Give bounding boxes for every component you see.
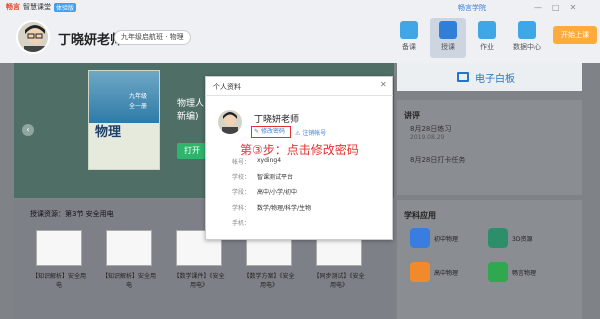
book-title: 物理人 新编)	[177, 98, 204, 124]
nav-data-label: 数据中心	[513, 43, 541, 51]
book-title-line2: 新编)	[177, 112, 199, 122]
field-label: 帐号：	[232, 159, 251, 166]
dialog-divider	[205, 95, 393, 96]
change-password-label: 修改密码	[260, 128, 285, 135]
academy-link[interactable]: 畅言学院	[458, 3, 486, 13]
app-item[interactable]: 初中物理	[410, 228, 458, 248]
field-label: 手机：	[232, 220, 251, 227]
resource-label: 【数学课件】《安全用电》	[173, 273, 225, 289]
window-controls: — □ ✕	[534, 3, 576, 12]
app-item[interactable]: 畅言物理	[488, 262, 536, 282]
brand-name: 智慧课堂	[23, 3, 51, 11]
field-value: 智课测试平台	[257, 174, 294, 181]
3d-app-icon	[488, 228, 508, 248]
field-value: 高中/小学/初中	[257, 189, 298, 196]
resource-label: 【知识解析】安全用电	[101, 273, 156, 289]
book-cover[interactable]: 九年级 全一册 物理	[88, 70, 160, 170]
book-cover-art	[89, 71, 159, 123]
lecture-item-title: 8月28日打卡任务	[410, 156, 466, 164]
app-item[interactable]: 高中物理	[410, 262, 458, 282]
top-links: 畅言学院	[458, 3, 486, 13]
close-icon[interactable]: ✕	[570, 3, 577, 12]
dialog-avatar-image	[222, 112, 238, 134]
change-password-link[interactable]: ✎ 修改密码	[251, 126, 291, 138]
book-title-line1: 物理人	[177, 99, 205, 109]
nav-lecture-label: 授课	[441, 43, 455, 51]
prepare-icon	[400, 21, 418, 39]
whiteboard-label: 电子白板	[475, 73, 515, 85]
dialog-name: 丁晓妍老师	[254, 115, 300, 125]
resource-card[interactable]	[106, 230, 152, 266]
open-book-button[interactable]: 打开	[177, 143, 207, 159]
logout-label: 注销帐号	[302, 130, 327, 137]
data-center-icon	[518, 21, 536, 39]
book-grade2: 全一册	[129, 103, 148, 110]
lecture-item-date: 2019.08.29	[410, 134, 445, 141]
high-physics-app-icon	[410, 262, 430, 282]
lecture-panel	[397, 100, 582, 195]
book-subject: 物理	[95, 125, 122, 140]
app-label: 畅言物理	[512, 269, 537, 277]
step-annotation: 第③步：点击修改密码	[240, 143, 359, 157]
class-select[interactable]: 九年级启航班 · 物理	[114, 30, 191, 45]
resources-title: 授课资源：第3节 安全用电	[30, 210, 114, 218]
brand-tag: 体验版	[54, 2, 77, 12]
field-value: 数学/物理/科学/生物	[257, 205, 312, 212]
nav-homework-label: 作业	[480, 43, 494, 51]
dialog-close-icon[interactable]: ✕	[380, 80, 387, 89]
field-label: 学校：	[232, 174, 251, 181]
nav-homework[interactable]: 作业	[469, 18, 505, 58]
lecture-item[interactable]: 8月28日打卡任务	[410, 155, 465, 165]
start-class-button[interactable]: 开始上课	[553, 26, 597, 44]
carousel-prev-icon[interactable]: ‹	[22, 124, 34, 136]
changyan-physics-app-icon	[488, 262, 508, 282]
maximize-icon[interactable]: □	[552, 3, 560, 12]
dialog-title: 个人资料	[213, 83, 241, 91]
lecture-icon	[439, 21, 457, 39]
field-label: 学科：	[232, 205, 251, 212]
brand-logo: 畅言	[6, 3, 20, 11]
apps-title: 学科应用	[404, 211, 436, 220]
lecture-item-title: 8月28日练习	[410, 125, 452, 133]
minimize-icon[interactable]: —	[534, 3, 542, 12]
resource-label: 【同步测试】《安全用电》	[313, 273, 365, 289]
resource-label: 【知识解析】安全用电	[31, 273, 86, 289]
lecture-item[interactable]: 8月28日练习 2019.08.29	[410, 124, 451, 141]
app-label: 3D资源	[512, 235, 533, 243]
nav-prepare-label: 备课	[402, 43, 416, 51]
logout-link[interactable]: ⚠ 注销帐号	[295, 128, 326, 137]
field-label: 学段：	[232, 189, 251, 196]
field-value: xyding4	[257, 157, 282, 164]
app-label: 初中物理	[434, 235, 459, 243]
avatar[interactable]	[16, 20, 50, 54]
app-label: 高中物理	[434, 269, 459, 277]
nav-lecture[interactable]: 授课	[430, 18, 466, 58]
app-item[interactable]: 3D资源	[488, 228, 532, 248]
resource-label: 【数学方案】《安全用电》	[243, 273, 295, 289]
brand: 畅言 智慧课堂 体验版	[6, 2, 77, 12]
book-grade: 九年级	[129, 93, 148, 100]
physics-app-icon	[410, 228, 430, 248]
dialog-avatar	[218, 110, 242, 134]
whiteboard-icon	[457, 72, 469, 82]
resource-card[interactable]	[36, 230, 82, 266]
homework-icon	[478, 21, 496, 39]
nav-prepare[interactable]: 备课	[391, 18, 427, 58]
whiteboard-button[interactable]: 电子白板	[397, 63, 582, 91]
nav-data-center[interactable]: 数据中心	[509, 18, 545, 58]
lecture-title: 讲评	[404, 111, 420, 120]
